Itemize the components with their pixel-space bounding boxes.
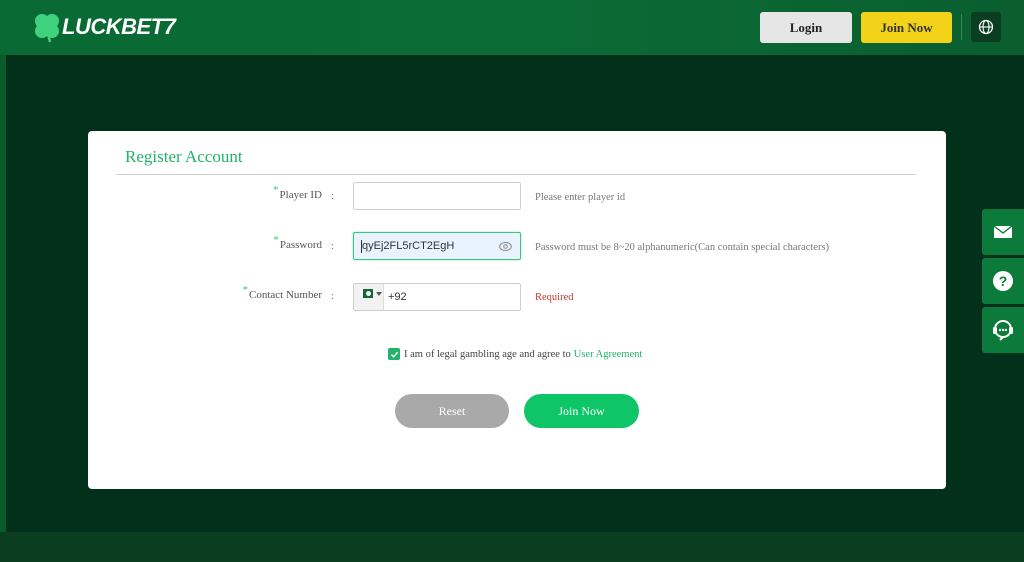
password-hint: Password must be 8~20 alphanumeric(Can c… [535,242,830,253]
join-now-header-button[interactable]: Join Now [861,12,952,43]
check-icon [390,351,398,358]
password-value: qyEj2FL5rCT2EgH [362,240,455,252]
required-star: * [273,184,279,196]
password-input[interactable]: qyEj2FL5rCT2EgH [353,232,521,260]
chevron-down-icon [376,292,382,296]
register-card: Register Account *Player ID : Please ent… [88,131,946,489]
globe-icon [978,19,994,35]
top-header: LUCKBET7 Login Join Now [0,0,1024,55]
join-now-button[interactable]: Join Now [524,394,639,428]
country-code-select[interactable] [354,284,384,310]
logo-text: LUCKBET7 [62,14,176,39]
player-id-hint: Please enter player id [535,192,626,203]
user-agreement-link[interactable]: User Agreement [574,349,643,360]
footer-bar [0,532,1024,562]
svg-text:?: ? [999,273,1008,289]
agreement-row: I am of legal gambling age and agree to … [388,348,642,360]
colon: : [331,290,335,302]
colon: : [331,240,335,252]
support-chat-icon [993,320,1013,341]
contact-required-hint: Required [535,292,574,303]
site-logo[interactable]: LUCKBET7 [30,10,176,44]
title-divider [116,174,916,175]
pakistan-flag-icon [360,289,373,298]
required-star: * [273,234,279,246]
agreement-checkbox[interactable] [388,348,400,360]
help-icon: ? [993,271,1013,291]
help-button[interactable]: ? [982,258,1024,304]
page-title: Register Account [125,147,243,166]
agreement-text: I am of legal gambling age and agree to [404,348,571,360]
mail-icon [993,225,1013,238]
support-chat-button[interactable] [982,307,1024,353]
mail-button[interactable] [982,209,1024,255]
header-divider [961,14,962,40]
login-button[interactable]: Login [760,12,852,43]
player-id-label: *Player ID [273,184,322,201]
contact-number-input[interactable]: +92 [353,283,521,311]
player-id-input[interactable] [353,182,521,210]
contact-number-value: +92 [388,291,407,303]
password-label: *Password [273,234,322,251]
required-star: * [242,284,248,296]
eye-icon[interactable] [499,241,512,252]
contact-number-label: *Contact Number [242,284,322,301]
colon: : [331,190,335,202]
language-button[interactable] [971,12,1001,42]
reset-button[interactable]: Reset [395,394,509,428]
clover-icon [35,14,59,43]
